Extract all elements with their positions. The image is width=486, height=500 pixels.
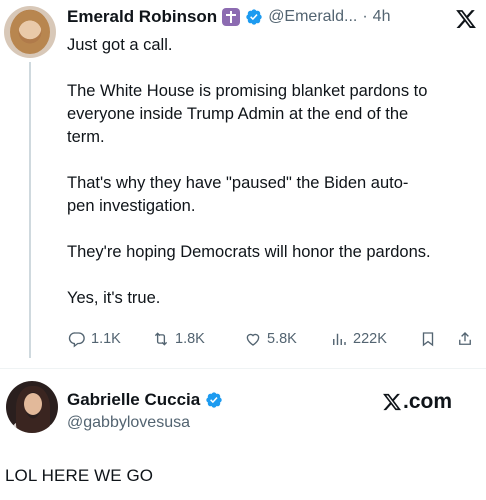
profile-name[interactable]: Gabrielle Cuccia [67,390,200,410]
caption-text: LOL HERE WE GO [5,466,154,485]
repost-button[interactable]: 1.8K [152,328,205,350]
profile-handle[interactable]: @gabbylovesusa [67,414,190,432]
x-logo-icon [456,10,476,28]
x-com-brand: .com [382,390,452,414]
divider [0,368,486,369]
time-separator: · [362,8,368,25]
reply-icon [68,332,85,348]
tweet-text: Just got a call. The White House is prom… [67,34,477,310]
tweet-header: Emerald Robinson @Emerald... · 4h [67,5,390,29]
repost-icon [154,332,168,346]
like-button[interactable]: 5.8K [244,328,297,350]
x-logo-icon [383,393,402,411]
tweet-paragraph: They're hoping Democrats will honor the … [67,243,431,261]
avatar-face [24,393,42,415]
views-button[interactable]: 222K [330,328,387,350]
verified-badge-icon [246,9,262,25]
tweet-paragraph: Just got a call. [67,36,173,54]
views-count: 222K [353,331,387,347]
author-name[interactable]: Emerald Robinson [67,7,217,27]
views-icon [333,333,346,345]
avatar-hair [10,10,50,54]
tweet-paragraph: That's why they have "paused" the Biden … [67,174,409,215]
tweet-paragraph: Yes, it's true. [67,289,161,307]
author-handle[interactable]: @Emerald... [268,8,357,26]
tweet-paragraph: The White House is promising blanket par… [67,82,428,146]
like-count: 5.8K [267,331,297,347]
bookmark-button[interactable] [419,328,437,350]
author-avatar[interactable] [4,6,56,58]
verified-badge-icon [206,392,222,408]
reply-button[interactable]: 1.1K [68,328,121,350]
repost-count: 1.8K [175,331,205,347]
tweet-time[interactable]: 4h [373,8,391,26]
profile-avatar[interactable] [6,381,58,433]
like-icon [246,333,260,346]
thread-line [29,62,31,358]
share-icon [459,332,471,345]
tweet-actions: 1.1K 1.8K 5.8K 222K [68,328,478,350]
profile-header: Gabrielle Cuccia [67,389,223,411]
reply-count: 1.1K [91,331,121,347]
bookmark-icon [422,332,434,347]
share-button[interactable] [456,328,474,350]
cross-badge-icon [222,8,241,26]
x-com-text: .com [403,390,453,413]
